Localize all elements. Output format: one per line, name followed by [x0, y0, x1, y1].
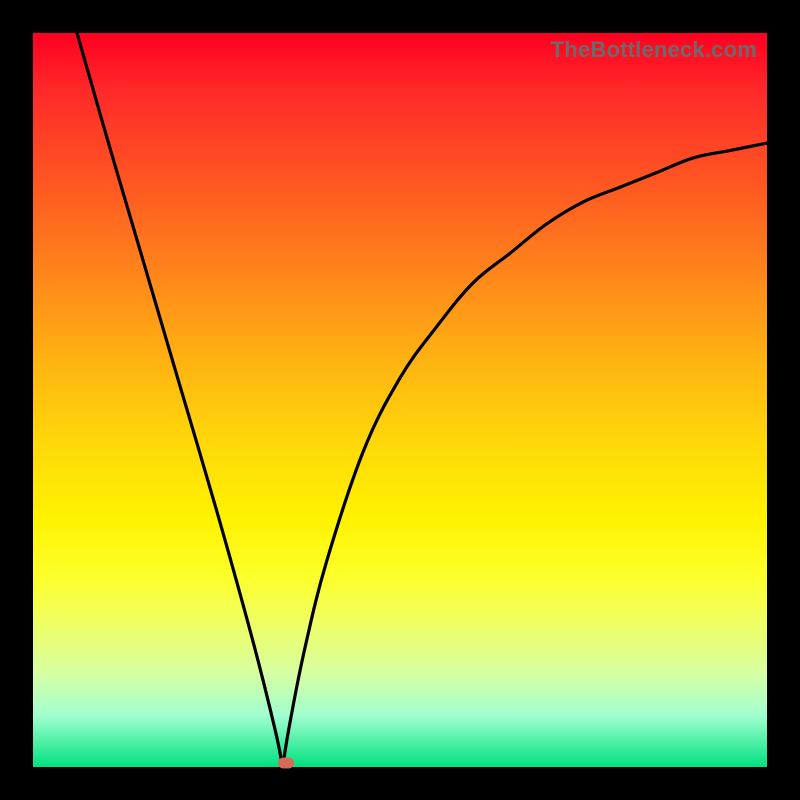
left-branch-path — [77, 33, 283, 767]
curve-layer — [33, 33, 767, 767]
min-marker — [278, 758, 294, 769]
chart-frame: TheBottleneck.com — [0, 0, 800, 800]
plot-area: TheBottleneck.com — [33, 33, 767, 767]
right-branch-path — [283, 143, 767, 767]
